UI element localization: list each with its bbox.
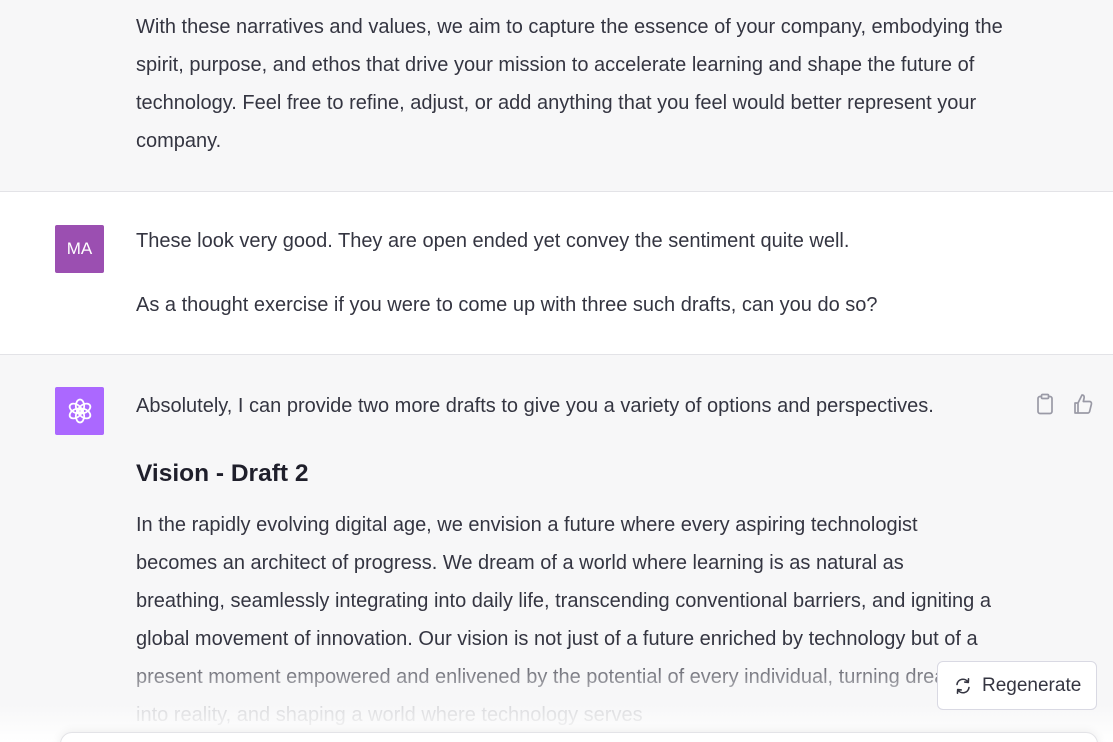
thumbs-up-button[interactable] (1071, 392, 1095, 416)
assistant-message-previous: With these narratives and values, we aim… (0, 0, 1113, 191)
user-paragraph-2: As a thought exercise if you were to com… (136, 294, 878, 316)
message-actions (1033, 392, 1095, 416)
user-avatar: MA (55, 225, 104, 273)
avatar-initials: MA (66, 239, 93, 258)
assistant-paragraph: In the rapidly evolving digital age, we … (136, 514, 991, 726)
user-paragraph-1: These look very good. They are open ende… (136, 230, 850, 252)
copy-button[interactable] (1033, 392, 1057, 416)
regenerate-button[interactable]: Regenerate (937, 661, 1097, 710)
thumbs-up-icon (1074, 394, 1093, 414)
assistant-avatar (55, 387, 104, 435)
assistant-paragraph: With these narratives and values, we aim… (136, 16, 1003, 152)
user-message: MA These look very good. They are open e… (0, 192, 1113, 354)
draft-heading: Vision - Draft 2 (136, 460, 309, 487)
message-composer[interactable] (60, 732, 1098, 742)
clipboard-icon (1037, 393, 1053, 415)
refresh-icon (956, 677, 970, 694)
regenerate-label: Regenerate (982, 674, 1082, 696)
chat-page: With these narratives and values, we aim… (0, 0, 1113, 742)
openai-logo-icon (68, 398, 91, 424)
assistant-intro: Absolutely, I can provide two more draft… (136, 395, 934, 417)
